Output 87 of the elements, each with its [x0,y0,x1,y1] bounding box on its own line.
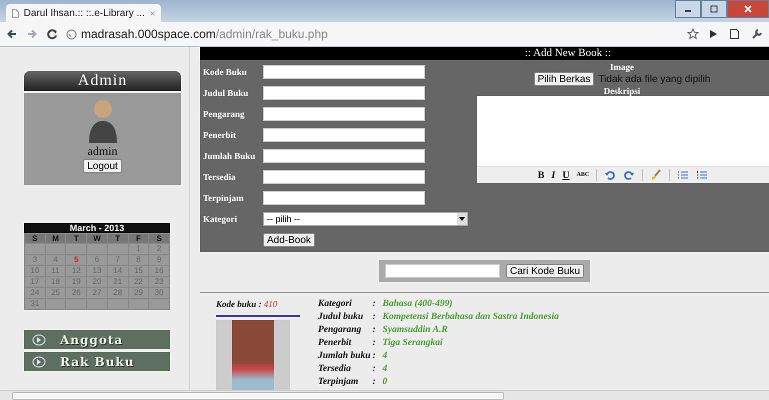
category-dropdown[interactable]: -- pilih -- [263,212,468,226]
menu-link[interactable]: Anggota [24,330,170,349]
input-field[interactable] [263,170,425,184]
detail-value: Syamsuddin A.R [382,325,449,337]
browser-tab[interactable]: Darul Ihsan.:: ::.e-Library ... [6,4,161,22]
minimize-button[interactable] [675,0,701,18]
weekday-label: S [25,234,45,243]
image-label: Image [610,62,634,72]
detail-label: Kategori [318,299,353,311]
detail-separator: : [372,325,377,337]
form-title: :: Add New Book :: [200,47,769,60]
detail-label: Tersedia [318,364,352,376]
play-circle-icon [32,356,46,368]
detail-separator: : [372,312,377,324]
detail-label: Terpinjam [318,377,360,389]
weekday-label: T [108,234,128,243]
detail-label: Pengarang [318,325,362,337]
input-field[interactable] [263,149,425,163]
field-label: Pengarang [203,109,246,119]
choose-file-button[interactable]: Pilih Berkas [534,72,594,86]
bullet-list-icon[interactable] [677,169,690,181]
search-button[interactable]: Cari Kode Buku [506,264,584,278]
format-button[interactable]: U [562,170,570,180]
weekday-label: M [46,234,66,243]
detail-value: Tiga Serangkai [382,338,444,350]
detail-value: 4 [382,364,388,376]
input-field[interactable] [263,65,425,79]
input-field[interactable] [263,191,425,205]
brush-icon[interactable] [650,169,662,181]
calendar-title: March - 2013 [24,223,170,233]
play-icon[interactable] [707,28,719,40]
tab-title: Darul Ihsan.:: ::.e-Library ... [24,8,145,18]
username: admin [88,144,118,159]
field-label: Terpinjam [203,193,245,203]
detail-label: Penerbit [318,338,352,350]
field-label: Tersedia [203,172,237,182]
admin-header: Admin [24,71,181,91]
detail-value: 4 [382,351,388,363]
search-field[interactable] [384,264,500,278]
detail-value: Bahasa (400-499) [382,299,454,311]
detail-value: 0 [382,377,388,389]
detail-value: Kompetensi Berbahasa dan Sastra Indonesia [382,312,559,324]
detail-separator: : [372,338,377,350]
file-status: Tidak ada file yang dipilih [598,74,710,84]
input-field[interactable] [263,107,425,121]
back-icon[interactable] [6,28,18,40]
add-book-button[interactable]: Add-Book [263,233,315,247]
weekday-label: F [128,234,148,243]
horizontal-scrollbar[interactable] [0,390,769,400]
close-icon[interactable] [150,10,155,16]
detail-separator: : [372,377,377,389]
field-label: Penerbit [203,130,237,140]
menu-link[interactable]: Rak Buku [24,352,170,371]
maximize-icon [710,5,718,13]
format-button[interactable]: B [538,170,544,180]
field-label: Kode Buku [203,67,248,77]
undo-icon[interactable] [604,169,616,181]
star-icon[interactable] [687,28,699,40]
play-circle-icon [32,334,46,346]
weekday-label: S [149,234,169,243]
numbered-list-icon[interactable] [696,169,708,181]
forward-icon[interactable] [26,28,38,40]
detail-label: Judul buku [318,312,364,324]
weekday-label: W [87,234,107,243]
close-icon [744,5,752,13]
format-button[interactable]: I [551,170,556,180]
weekday-label: T [66,234,86,243]
maximize-button[interactable] [701,0,727,18]
logout-button[interactable]: Logout [83,159,122,173]
description-label: Deskripsi [604,86,640,96]
close-button[interactable] [727,0,769,18]
detail-separator: : [372,351,377,363]
input-field[interactable] [263,128,425,142]
page-icon [12,8,19,18]
book-code: Kode buku : 410 [216,299,278,309]
reload-icon[interactable] [46,28,58,40]
calendar-day[interactable]: 5 [66,255,86,265]
field-label: Judul Buku [203,88,250,98]
redo-icon[interactable] [623,169,636,181]
input-field[interactable] [263,86,425,100]
wrench-icon[interactable] [751,28,763,40]
field-label: Kategori [203,214,238,224]
detail-label: Jumlah buku [318,351,371,363]
dropdown-arrow-icon [459,217,465,221]
field-label: Jumlah Buku [203,151,256,161]
detail-separator: : [372,364,377,376]
detail-separator: : [372,299,377,311]
